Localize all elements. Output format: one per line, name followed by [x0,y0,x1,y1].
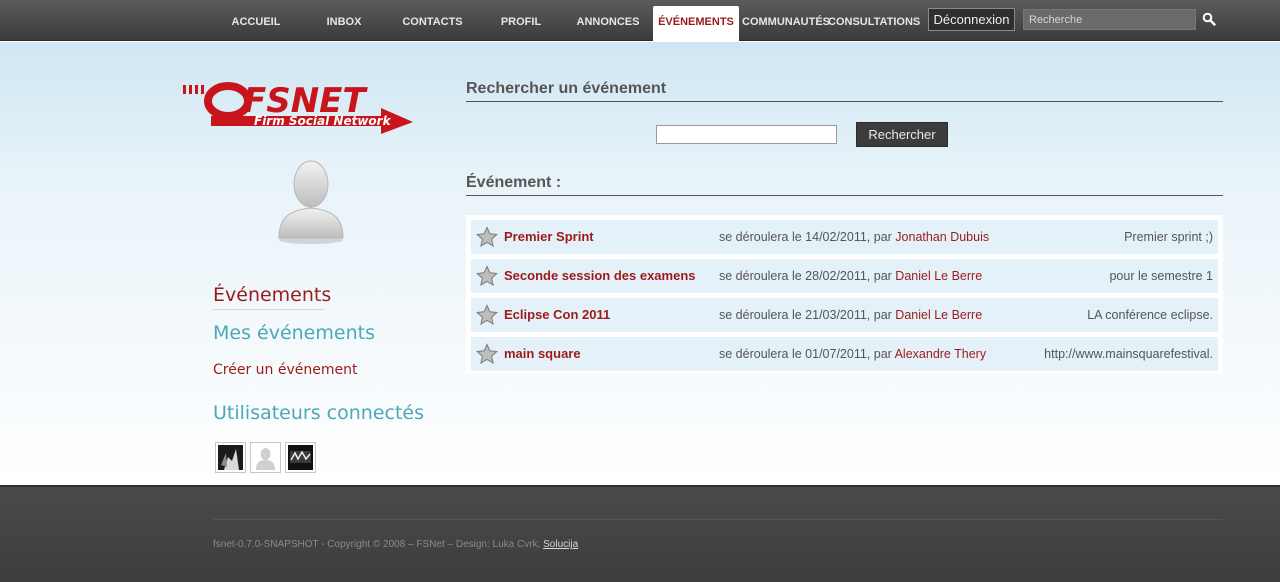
nav-item-accueil[interactable]: ACCUEIL [220,0,292,41]
connected-user-avatar[interactable] [215,442,246,473]
footer-solucija-link[interactable]: Solucija [543,539,578,550]
search-section-title: Rechercher un événement [466,80,1223,102]
event-author-link[interactable]: Alexandre Thery [895,347,987,361]
top-navigation-bar: ACCUEIL INBOX CONTACTS PROFIL ANNONCES É… [0,0,1280,42]
footer-copyright-text: fsnet-0.7.0-SNAPSHOT - Copyright © 2008 … [213,539,544,550]
logo-tagline: Firm Social Network [254,114,392,128]
event-date: se déroulera le 21/03/2011, par Daniel L… [719,308,982,322]
event-date: se déroulera le 28/02/2011, par Daniel L… [719,269,982,283]
top-search-input[interactable] [1023,9,1196,30]
event-description: Premier sprint ;) [1124,230,1213,244]
event-date-text: se déroulera le 14/02/2011, par [719,230,896,244]
event-title-link[interactable]: Seconde session des examens [504,268,695,283]
event-row[interactable]: Eclipse Con 2011 se déroulera le 21/03/2… [471,298,1218,332]
sidebar-create-event-link[interactable]: Créer un événement [213,362,357,378]
user-photo-icon [288,445,313,470]
nav-item-inbox[interactable]: INBOX [312,0,376,41]
nav-item-annonces[interactable]: ANNONCES [572,0,644,41]
event-description: pour le semestre 1 [1109,269,1213,283]
nav-item-evenements[interactable]: ÉVÉNEMENTS [653,6,739,42]
event-row[interactable]: main square se déroulera le 01/07/2011, … [471,337,1218,371]
events-list: Premier Sprint se déroulera le 14/02/201… [466,215,1223,373]
footer-copyright: fsnet-0.7.0-SNAPSHOT - Copyright © 2008 … [213,539,578,550]
event-author-link[interactable]: Daniel Le Berre [895,269,982,283]
star-icon[interactable] [476,265,498,287]
event-title-link[interactable]: Premier Sprint [504,229,594,244]
nav-item-profil[interactable]: PROFIL [490,0,552,41]
event-date: se déroulera le 14/02/2011, par Jonathan… [719,230,989,244]
event-row[interactable]: Premier Sprint se déroulera le 14/02/201… [471,220,1218,254]
event-date-text: se déroulera le 21/03/2011, par [719,308,896,322]
footer-divider [213,519,1223,520]
connected-user-avatar[interactable] [250,442,281,473]
logout-button[interactable]: Déconnexion [928,8,1015,31]
event-search-input[interactable] [656,125,837,144]
nav-item-consultations[interactable]: CONSULTATIONS [828,0,920,41]
event-date-text: se déroulera le 28/02/2011, par [719,269,896,283]
event-row[interactable]: Seconde session des examens se déroulera… [471,259,1218,293]
events-section-title: Événement : [466,174,1223,196]
event-description: http://www.mainsquarefestival. [1044,347,1213,361]
connected-user-avatar[interactable] [285,442,316,473]
search-button[interactable]: Rechercher [856,122,948,147]
event-title-link[interactable]: main square [504,346,581,361]
event-author-link[interactable]: Daniel Le Berre [895,308,982,322]
event-date-text: se déroulera le 01/07/2011, par [719,347,895,361]
sidebar-my-events-link[interactable]: Mes événements [213,322,375,344]
event-date: se déroulera le 01/07/2011, par Alexandr… [719,347,986,361]
fsnet-logo[interactable]: FSNET Firm Social Network [181,78,416,134]
event-author-link[interactable]: Jonathan Dubuis [895,230,989,244]
nav-item-communautes[interactable]: COMMUNAUTÉS [742,0,830,41]
default-avatar-icon [253,445,278,470]
nav-item-contacts[interactable]: CONTACTS [397,0,468,41]
sidebar-connected-users-heading: Utilisateurs connectés [213,402,424,424]
sidebar-events-heading[interactable]: Événements [213,284,331,310]
search-icon[interactable] [1202,12,1216,26]
user-avatar[interactable] [275,158,347,246]
star-icon[interactable] [476,343,498,365]
star-icon[interactable] [476,226,498,248]
user-photo-icon [218,445,243,470]
star-icon[interactable] [476,304,498,326]
event-description: LA conférence eclipse. [1087,308,1213,322]
event-title-link[interactable]: Eclipse Con 2011 [504,307,610,322]
footer: fsnet-0.7.0-SNAPSHOT - Copyright © 2008 … [0,485,1280,582]
